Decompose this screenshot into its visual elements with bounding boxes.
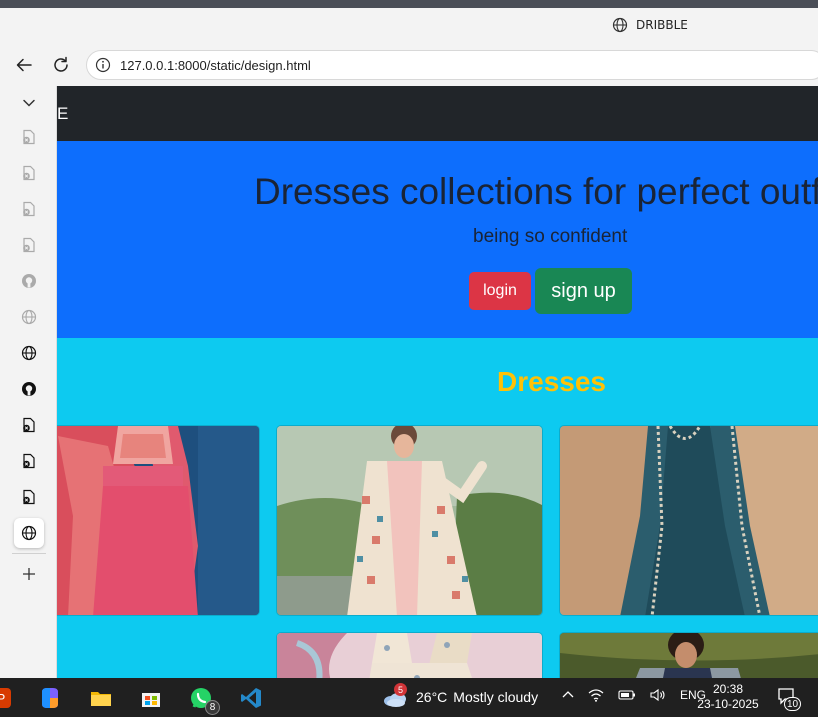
back-button[interactable] [12, 53, 36, 77]
plus-icon [23, 568, 35, 580]
vertical-tabs-sidebar [0, 86, 57, 678]
file-error-icon [23, 237, 35, 253]
wifi-icon[interactable] [588, 688, 604, 702]
taskbar-copilot[interactable] [35, 683, 65, 713]
dress-card-image[interactable] [559, 425, 818, 616]
taskbar-store[interactable] [136, 683, 166, 713]
file-error-icon [23, 201, 35, 217]
taskbar: P 8 5 26°C Mostly cloudy ENG 20:38 23-10… [0, 678, 818, 717]
whatsapp-badge: 8 [205, 700, 220, 715]
tab-item[interactable] [14, 482, 44, 512]
folder-icon [91, 692, 111, 706]
dress-card-image[interactable] [276, 425, 543, 616]
globe-icon [21, 525, 37, 541]
window-title: DRIBBLE [636, 18, 688, 32]
cloud-icon: 5 [382, 683, 408, 708]
notification-center-button[interactable]: 10 [776, 686, 801, 711]
hero-section: Dresses collections for perfect outfit b… [57, 141, 818, 338]
reload-icon [54, 56, 68, 72]
clock-date: 23-10-2025 [697, 697, 759, 711]
window-title-group: DRIBBLE [612, 17, 688, 33]
volume-icon[interactable] [650, 688, 666, 702]
taskbar-vscode[interactable] [236, 683, 266, 713]
taskbar-whatsapp[interactable]: 8 [186, 683, 220, 715]
tab-item[interactable] [14, 374, 44, 404]
github-icon [22, 382, 36, 396]
login-button[interactable]: login [469, 272, 531, 310]
clock[interactable]: 20:38 23-10-2025 [697, 682, 759, 712]
tab-item[interactable] [14, 230, 44, 260]
navbar-brand[interactable]: E [57, 104, 68, 124]
tab-item[interactable] [14, 266, 44, 296]
store-icon [142, 693, 160, 707]
globe-icon [21, 309, 37, 325]
file-error-icon [23, 165, 35, 181]
address-bar[interactable]: 127.0.0.1:8000/static/design.html [86, 50, 818, 80]
svg-text:P: P [0, 691, 5, 706]
info-icon[interactable] [95, 57, 111, 73]
app-icon: P [0, 688, 11, 708]
url-text[interactable]: 127.0.0.1:8000/static/design.html [120, 58, 311, 73]
tab-item[interactable] [14, 122, 44, 152]
chevron-up-icon[interactable] [562, 689, 574, 701]
dress-card-image[interactable] [276, 632, 543, 678]
clock-time: 20:38 [712, 682, 744, 696]
tab-item[interactable] [14, 446, 44, 476]
web-page: E Dresses collections for perfect outfit… [57, 86, 818, 678]
window-titlebar: DRIBBLE [0, 8, 818, 44]
taskbar-app-partial[interactable]: P [0, 683, 16, 713]
hero-subtitle: being so confident [473, 226, 628, 247]
taskbar-file-explorer[interactable] [86, 683, 116, 713]
tab-item[interactable] [14, 410, 44, 440]
weather-text: Mostly cloudy [453, 689, 539, 705]
globe-icon [612, 17, 628, 33]
tab-item-active[interactable] [14, 518, 44, 548]
arrow-left-icon [16, 58, 32, 72]
screen: DRIBBLE 127.0.0.1:8000/static/design.htm… [0, 0, 818, 717]
battery-icon[interactable] [618, 689, 636, 701]
tab-item[interactable] [14, 194, 44, 224]
sidebar-divider [12, 553, 46, 554]
page-navbar: E [57, 86, 818, 141]
file-error-icon [23, 453, 35, 469]
weather-badge: 5 [394, 683, 407, 696]
hero-title: Dresses collections for perfect outfit [254, 171, 818, 212]
vscode-icon [241, 688, 261, 708]
weather-widget[interactable]: 5 26°C Mostly cloudy [382, 683, 539, 708]
collapse-tabs-button[interactable] [14, 88, 44, 118]
chevron-down-icon [23, 99, 35, 107]
tab-item[interactable] [14, 158, 44, 188]
tab-item[interactable] [14, 302, 44, 332]
section-title: Dresses [497, 366, 606, 397]
file-error-icon [23, 489, 35, 505]
copilot-icon [42, 688, 58, 708]
dress-card-image[interactable] [559, 632, 818, 678]
file-error-icon [23, 129, 35, 145]
browser-toolbar: 127.0.0.1:8000/static/design.html [0, 44, 818, 86]
github-icon [22, 274, 36, 288]
desktop-background [0, 0, 818, 8]
new-tab-button[interactable] [14, 559, 44, 589]
system-tray: ENG [562, 688, 706, 702]
globe-icon [21, 345, 37, 361]
notification-badge: 10 [784, 697, 801, 711]
tab-item[interactable] [14, 338, 44, 368]
temperature: 26°C [416, 689, 448, 705]
signup-button[interactable]: sign up [535, 268, 632, 314]
dress-card-image[interactable] [57, 425, 260, 616]
reload-button[interactable] [49, 53, 73, 77]
file-error-icon [23, 417, 35, 433]
